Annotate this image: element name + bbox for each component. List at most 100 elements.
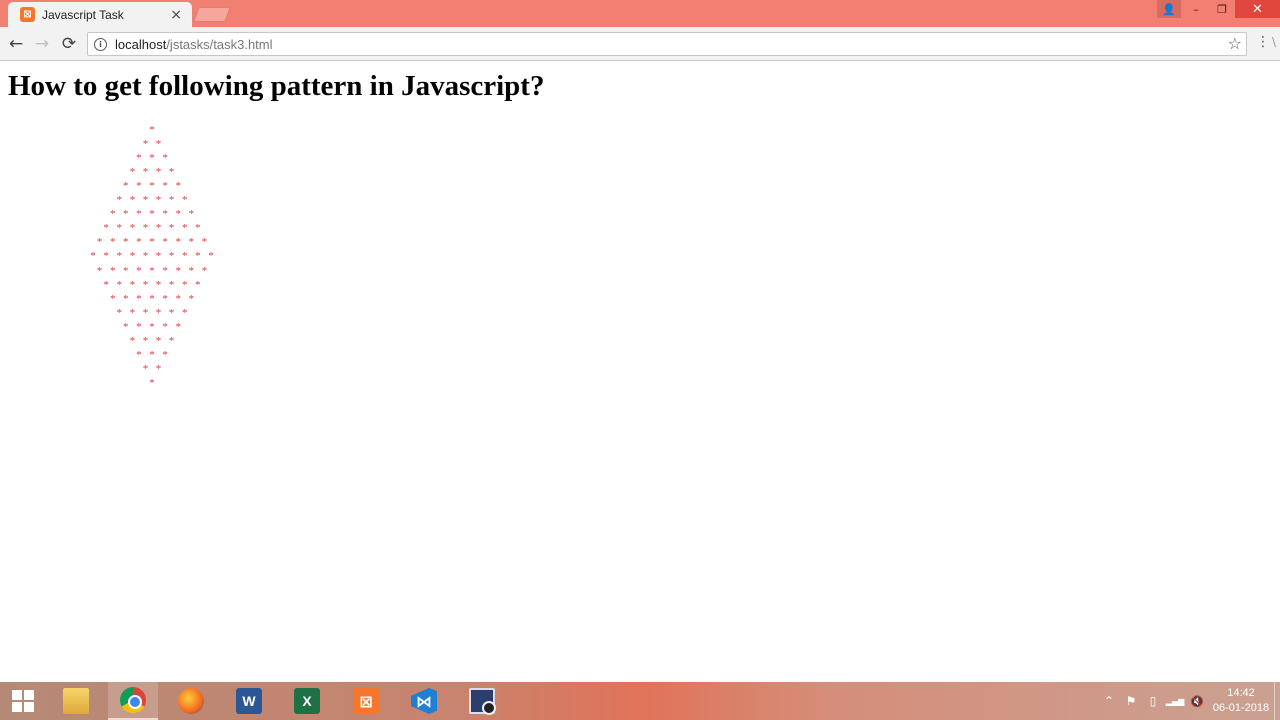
profile-icon[interactable]: 👤 [1157, 0, 1181, 18]
pattern-star: * [109, 292, 116, 305]
pattern-star: * [109, 236, 116, 249]
pattern-star: * [149, 236, 155, 249]
pattern-star: * [129, 278, 136, 291]
pattern-star: * [129, 334, 136, 347]
taskbar-app-chrome[interactable] [108, 682, 158, 720]
taskbar-app-excel[interactable]: X [282, 682, 332, 720]
battery-icon[interactable]: ▯ [1142, 682, 1164, 720]
pattern-star: * [136, 348, 142, 361]
pattern-star: * [103, 278, 109, 291]
pattern-star: * [155, 278, 162, 291]
pattern-star: * [155, 250, 162, 263]
recorder-icon [469, 688, 496, 715]
pattern-star: * [182, 306, 188, 319]
pattern-star: * [155, 222, 162, 235]
pattern-star: * [168, 222, 175, 235]
pattern-star: * [129, 306, 136, 319]
pattern-star: * [195, 278, 201, 291]
pattern-star: * [162, 236, 168, 249]
pattern-star: * [96, 264, 103, 277]
clock[interactable]: 14:42 06-01-2018 [1208, 686, 1274, 716]
pattern-star: * [123, 208, 129, 221]
pattern-star: * [136, 208, 142, 221]
chrome-icon [120, 687, 146, 713]
extension-icon[interactable]: \ [1272, 35, 1276, 49]
show-desktop-button[interactable] [1274, 682, 1280, 720]
star-pattern: * * * * * * * * * * * * * * * * * * * * * * * * * * * * * * * * * * * * * * * *… [0, 0, 300, 400]
window-close-button[interactable]: ✕ [1235, 0, 1280, 18]
pattern-star: * [103, 250, 109, 263]
pattern-star: * [136, 152, 142, 165]
network-icon[interactable]: ▂▄▆ [1164, 682, 1186, 720]
pattern-star: * [116, 306, 123, 319]
pattern-star: * [123, 180, 129, 193]
pattern-star: * [142, 362, 149, 375]
pattern-star: * [136, 180, 142, 193]
pattern-star: * [168, 250, 175, 263]
folder-icon [63, 688, 89, 714]
pattern-star: * [116, 222, 123, 235]
pattern-star: * [168, 166, 175, 179]
vscode-icon: ⋈ [411, 688, 437, 714]
pattern-star: * [155, 306, 162, 319]
pattern-star: * [168, 194, 175, 207]
pattern-star: * [142, 334, 149, 347]
taskbar-app-file-explorer[interactable] [51, 682, 101, 720]
restore-button[interactable]: ❐ [1209, 0, 1235, 18]
window-controls: 👤 – ❐ ✕ [1157, 0, 1280, 18]
taskbar-app-screen-recorder[interactable] [457, 682, 507, 720]
pattern-star: * [162, 348, 168, 361]
pattern-star: * [149, 264, 155, 277]
pattern-star: * [116, 250, 123, 263]
taskbar-app-xampp[interactable]: ⊠ [341, 682, 391, 720]
pattern-star: * [182, 194, 188, 207]
pattern-star: * [90, 250, 96, 263]
pattern-star: * [188, 292, 195, 305]
pattern-star: * [188, 208, 195, 221]
windows-taskbar: W X ⊠ ⋈ ⌃ ⚑ ▯ ▂▄▆ 🔇 14:42 06-01-2018 [0, 682, 1280, 720]
pattern-star: * [182, 250, 188, 263]
chevron-up-icon[interactable]: ⌃ [1098, 682, 1120, 720]
volume-muted-icon[interactable]: 🔇 [1186, 682, 1208, 720]
bookmark-star-icon[interactable]: ☆ [1228, 34, 1242, 53]
pattern-star: * [195, 222, 201, 235]
pattern-star: * [149, 348, 155, 361]
pattern-star: * [155, 194, 162, 207]
start-button[interactable] [0, 682, 46, 720]
pattern-star: * [136, 236, 142, 249]
pattern-star: * [155, 138, 162, 151]
pattern-star: * [123, 264, 129, 277]
clock-time: 14:42 [1227, 687, 1255, 699]
system-tray: ⌃ ⚑ ▯ ▂▄▆ 🔇 14:42 06-01-2018 [1098, 682, 1280, 720]
pattern-star: * [162, 208, 168, 221]
firefox-icon [178, 688, 204, 714]
taskbar-app-word[interactable]: W [224, 682, 274, 720]
pattern-star: * [175, 264, 181, 277]
minimize-button[interactable]: – [1183, 0, 1209, 18]
pattern-star: * [162, 264, 168, 277]
flag-icon[interactable]: ⚑ [1120, 682, 1142, 720]
pattern-star: * [175, 320, 181, 333]
pattern-star: * [103, 222, 109, 235]
taskbar-app-firefox[interactable] [166, 682, 216, 720]
pattern-star: * [149, 124, 155, 136]
pattern-star: * [162, 292, 168, 305]
pattern-star: * [116, 194, 123, 207]
pattern-star: * [188, 236, 195, 249]
pattern-star: * [142, 222, 149, 235]
pattern-star: * [155, 334, 162, 347]
pattern-star: * [201, 236, 208, 249]
pattern-star: * [149, 292, 155, 305]
pattern-star: * [142, 138, 149, 151]
pattern-star: * [175, 292, 181, 305]
pattern-star: * [116, 278, 123, 291]
pattern-star: * [142, 306, 149, 319]
menu-icon[interactable]: ⋮ [1256, 35, 1270, 49]
pattern-star: * [129, 222, 136, 235]
pattern-star: * [182, 222, 188, 235]
taskbar-app-vscode[interactable]: ⋈ [399, 682, 449, 720]
excel-icon: X [294, 688, 320, 714]
pattern-star: * [201, 264, 208, 277]
pattern-star: * [109, 208, 116, 221]
pattern-star: * [162, 180, 168, 193]
